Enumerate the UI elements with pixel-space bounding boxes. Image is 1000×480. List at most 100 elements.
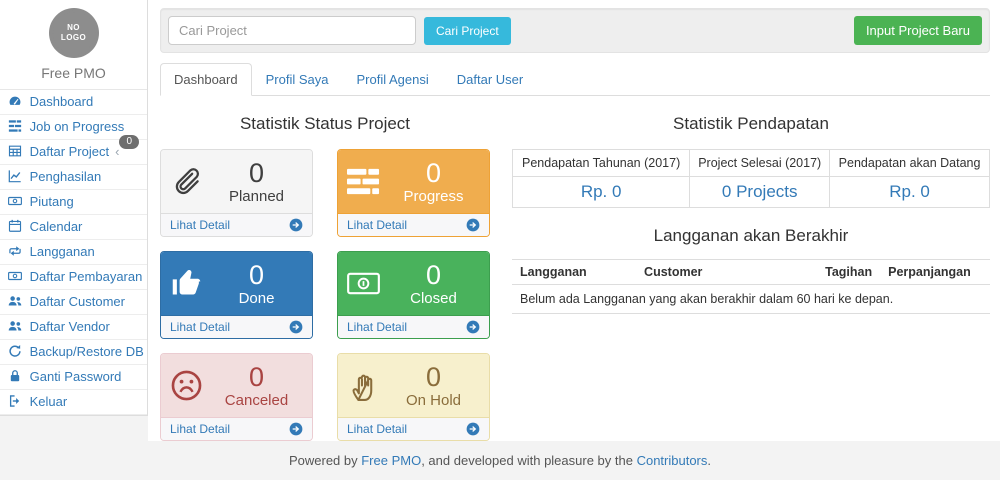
footer-text: . xyxy=(707,453,711,468)
card-body: 0 On Hold xyxy=(338,354,489,417)
status-label: Progress xyxy=(387,188,480,205)
tab-profil-saya[interactable]: Profil Saya xyxy=(252,63,343,96)
lock-icon xyxy=(8,369,22,383)
arrow-circle-right-icon xyxy=(466,320,480,334)
calendar-icon xyxy=(8,219,22,233)
lihat-detail-label: Lihat Detail xyxy=(170,218,230,232)
lihat-detail-label: Lihat Detail xyxy=(347,218,407,232)
income-section-title: Statistik Pendapatan xyxy=(512,114,990,134)
job-count-badge: 0 xyxy=(119,135,139,149)
refresh-icon xyxy=(8,344,22,358)
sidebar-item-label: Keluar xyxy=(30,394,68,409)
search-bar: Cari Project Input Project Baru xyxy=(160,8,990,53)
sign-out-icon xyxy=(8,394,22,408)
status-cards: 0 Planned Lihat Detail xyxy=(160,149,490,441)
new-project-button[interactable]: Input Project Baru xyxy=(854,16,982,45)
sidebar-item-ganti-password[interactable]: Ganti Password xyxy=(0,365,147,390)
lihat-detail-link[interactable]: Lihat Detail xyxy=(161,213,312,236)
free-pmo-link[interactable]: Free PMO xyxy=(361,453,421,468)
lihat-detail-link[interactable]: Lihat Detail xyxy=(338,213,489,236)
lihat-detail-link[interactable]: Lihat Detail xyxy=(161,315,312,338)
status-label: Canceled xyxy=(210,392,303,409)
sidebar-item-label: Daftar Customer xyxy=(30,294,125,309)
sidebar-item-langganan[interactable]: Langganan xyxy=(0,240,147,265)
sidebar-menu: Dashboard Job on Progress 0 Daftar Proje… xyxy=(0,90,147,415)
lihat-detail-link[interactable]: Lihat Detail xyxy=(161,417,312,440)
sidebar-item-daftar-customer[interactable]: Daftar Customer xyxy=(0,290,147,315)
thumbs-up-icon xyxy=(170,267,210,300)
arrow-circle-right-icon xyxy=(289,422,303,436)
paperclip-icon xyxy=(170,165,210,198)
subscription-table: Langganan Customer Tagihan Perpanjangan … xyxy=(512,259,990,314)
status-count: 0 xyxy=(210,363,303,392)
page-footer: Powered by Free PMO, and developed with … xyxy=(0,441,1000,480)
status-label: On Hold xyxy=(387,392,480,409)
subscription-empty-row: Belum ada Langganan yang akan berakhir d… xyxy=(512,285,990,314)
sidebar-item-label: Daftar Vendor xyxy=(30,319,110,334)
card-body: 0 Canceled xyxy=(161,354,312,417)
income-value: 0 Projects xyxy=(690,177,830,208)
money-icon xyxy=(8,269,22,283)
sidebar-item-label: Langganan xyxy=(30,244,95,259)
sidebar-item-label: Daftar Pembayaran xyxy=(30,269,143,284)
sidebar-item-penghasilan[interactable]: Penghasilan xyxy=(0,165,147,190)
tab-dashboard[interactable]: Dashboard xyxy=(160,63,252,96)
income-value: Rp. 0 xyxy=(830,177,990,208)
contributors-link[interactable]: Contributors xyxy=(637,453,708,468)
hand-icon xyxy=(347,369,387,402)
card-body: 0 Planned xyxy=(161,150,312,213)
logo-block: NO LOGO Free PMO xyxy=(0,0,147,90)
status-count: 0 xyxy=(387,363,480,392)
money-bill-icon xyxy=(347,267,387,300)
income-value-row: Rp. 0 0 Projects Rp. 0 xyxy=(513,177,990,208)
sidebar: NO LOGO Free PMO Dashboard Job on Progre… xyxy=(0,0,148,416)
tab-bar: Dashboard Profil Saya Profil Agensi Daft… xyxy=(160,63,990,96)
footer-text: , and developed with pleasure by the xyxy=(421,453,636,468)
lihat-detail-link[interactable]: Lihat Detail xyxy=(338,417,489,440)
card-text: 0 Closed xyxy=(387,261,480,307)
income-header: Pendapatan Tahunan (2017) xyxy=(513,150,690,177)
card-text: 0 Planned xyxy=(210,159,303,205)
card-body: 0 Progress xyxy=(338,150,489,213)
card-body: 0 Closed xyxy=(338,252,489,315)
sidebar-item-calendar[interactable]: Calendar xyxy=(0,215,147,240)
no-logo-text: NO LOGO xyxy=(60,23,88,44)
users-icon xyxy=(8,319,22,333)
sidebar-item-label: Backup/Restore DB xyxy=(30,344,144,359)
sidebar-item-label: Ganti Password xyxy=(30,369,122,384)
lihat-detail-label: Lihat Detail xyxy=(170,320,230,334)
tab-daftar-user[interactable]: Daftar User xyxy=(443,63,537,96)
card-text: 0 Done xyxy=(210,261,303,307)
sidebar-item-job-on-progress[interactable]: Job on Progress 0 xyxy=(0,115,147,140)
sidebar-item-keluar[interactable]: Keluar xyxy=(0,390,147,415)
income-value: Rp. 0 xyxy=(513,177,690,208)
arrow-circle-right-icon xyxy=(466,422,480,436)
sidebar-item-piutang[interactable]: Piutang xyxy=(0,190,147,215)
status-card-done: 0 Done Lihat Detail xyxy=(160,251,313,339)
sidebar-item-dashboard[interactable]: Dashboard xyxy=(0,90,147,115)
statistics-column: Statistik Pendapatan Pendapatan Tahunan … xyxy=(512,109,990,441)
users-icon xyxy=(8,294,22,308)
lihat-detail-link[interactable]: Lihat Detail xyxy=(338,315,489,338)
tasks-icon xyxy=(8,119,22,133)
subscription-header: Langganan xyxy=(512,260,636,285)
status-label: Closed xyxy=(387,290,480,307)
sidebar-item-label: Penghasilan xyxy=(30,169,102,184)
search-input[interactable] xyxy=(168,16,416,45)
lihat-detail-label: Lihat Detail xyxy=(170,422,230,436)
subscription-header: Tagihan xyxy=(817,260,880,285)
income-table: Pendapatan Tahunan (2017) Project Selesa… xyxy=(512,149,990,208)
frown-icon xyxy=(170,369,210,402)
tab-profil-agensi[interactable]: Profil Agensi xyxy=(342,63,442,96)
search-button[interactable]: Cari Project xyxy=(424,17,511,45)
income-header: Pendapatan akan Datang xyxy=(830,150,990,177)
sidebar-item-daftar-vendor[interactable]: Daftar Vendor xyxy=(0,315,147,340)
dashboard-icon xyxy=(8,94,22,108)
sidebar-item-daftar-pembayaran[interactable]: Daftar Pembayaran xyxy=(0,265,147,290)
status-card-closed: 0 Closed Lihat Detail xyxy=(337,251,490,339)
income-header: Project Selesai (2017) xyxy=(690,150,830,177)
sidebar-item-backup-restore-db[interactable]: Backup/Restore DB xyxy=(0,340,147,365)
status-section-title: Statistik Status Project xyxy=(160,114,490,134)
lihat-detail-label: Lihat Detail xyxy=(347,422,407,436)
status-card-planned: 0 Planned Lihat Detail xyxy=(160,149,313,237)
